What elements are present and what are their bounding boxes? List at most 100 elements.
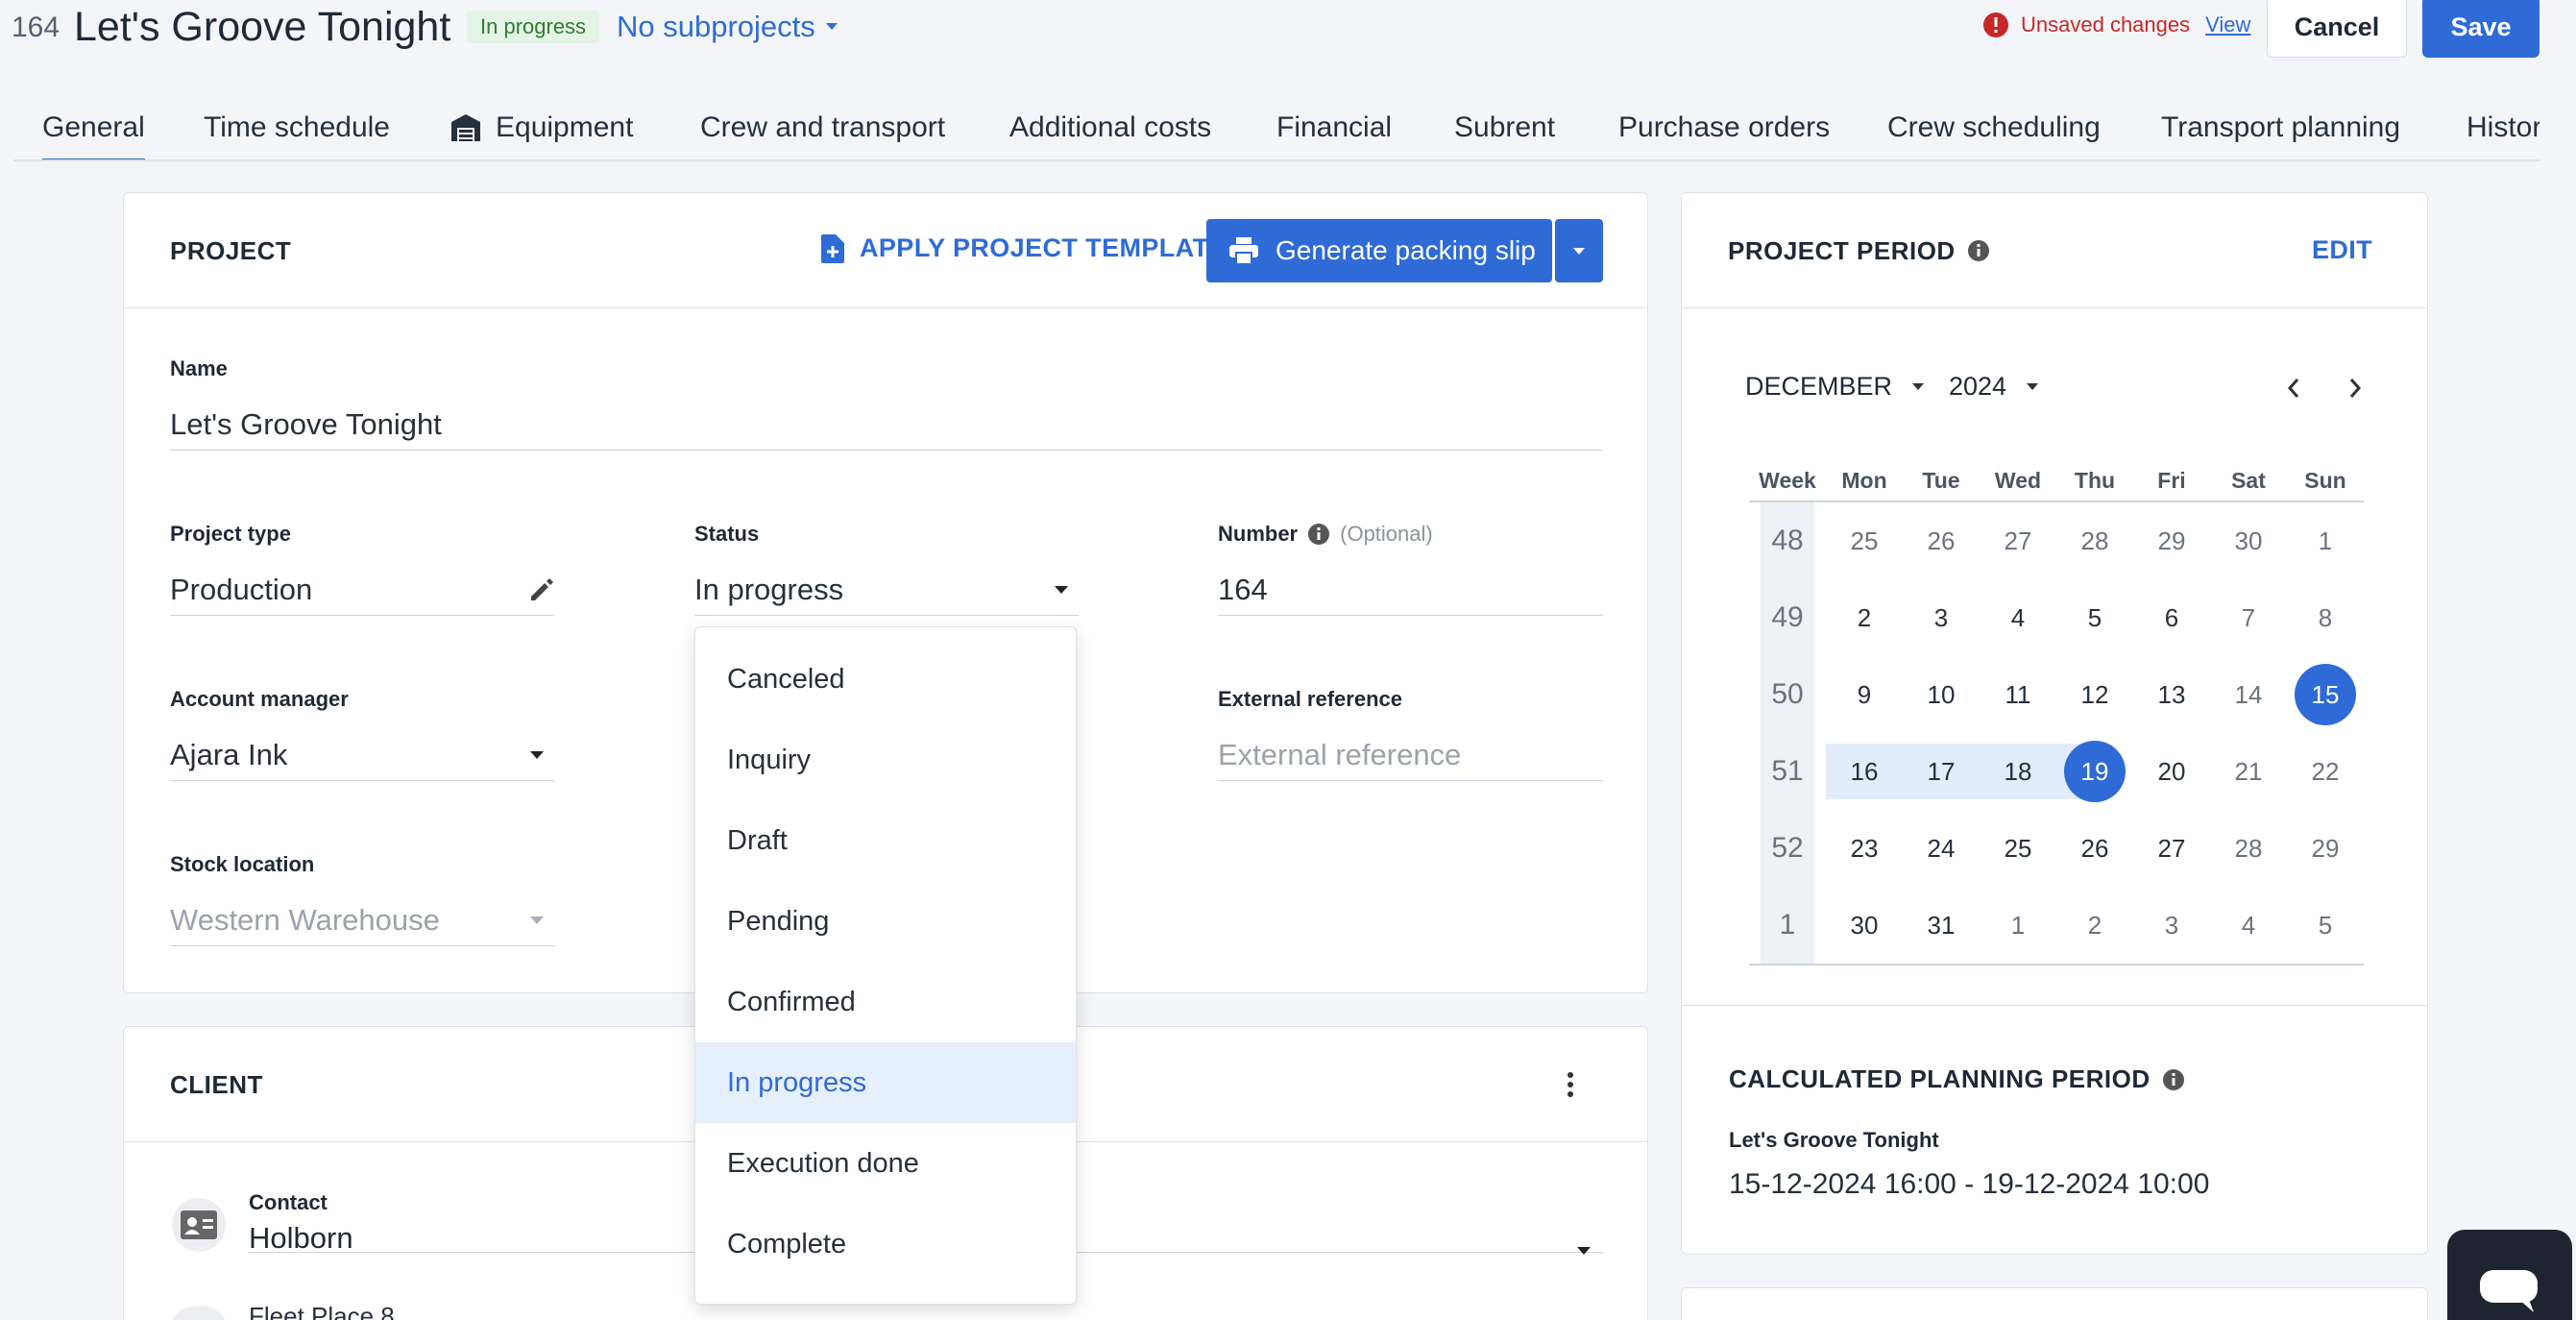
apply-template-label: APPLY PROJECT TEMPLATE [860,233,1227,262]
tab-purchase-orders[interactable]: Purchase orders [1618,106,1830,150]
tab-history[interactable]: Histor [2467,106,2540,150]
calendar-day[interactable]: 25 [1826,502,1903,579]
caret-down-icon [1055,585,1068,594]
calendar-day[interactable]: 22 [2287,733,2364,810]
more-vertical-icon[interactable] [1567,1072,1574,1097]
edit-period-button[interactable]: EDIT [2312,235,2372,265]
calendar-day[interactable]: 18 [1980,733,2056,810]
status-option-in-progress[interactable]: In progress [695,1042,1076,1123]
account-manager-select[interactable]: Ajara Ink [170,727,554,781]
calendar-day[interactable]: 25 [1980,810,2056,887]
project-type-field[interactable]: Project type Production [170,522,554,616]
status-option-complete[interactable]: Complete [695,1204,1076,1284]
calendar-day[interactable]: 9 [1826,656,1903,733]
calendar-day[interactable]: 24 [1903,810,1980,887]
tab-label: Equipment [496,111,634,143]
calendar-day[interactable]: 17 [1903,733,1980,810]
year-select[interactable]: 2024 [1949,372,2039,402]
previous-month-icon[interactable] [2287,378,2300,399]
calendar-day[interactable]: 29 [2133,502,2210,579]
calendar-day[interactable]: 30 [1826,887,1903,964]
account-manager-field[interactable]: Account manager Ajara Ink [170,687,554,781]
tab-subrent[interactable]: Subrent [1454,106,1555,150]
name-input[interactable]: Let's Groove Tonight [170,397,1603,451]
pencil-icon[interactable] [529,577,554,602]
calendar-day[interactable]: 3 [2133,887,2210,964]
tab-financial[interactable]: Financial [1276,106,1392,150]
calendar-day[interactable]: 31 [1903,887,1980,964]
calendar-day[interactable]: 19 [2056,733,2133,810]
external-reference-input[interactable]: External reference [1218,727,1603,781]
calendar-day[interactable]: 29 [2287,810,2364,887]
packing-slip-menu-button[interactable] [1555,219,1603,282]
status-field[interactable]: Status In progress [694,522,1079,616]
status-option-draft[interactable]: Draft [695,800,1076,881]
caret-down-icon [2027,383,2039,390]
calendar-day[interactable]: 21 [2210,733,2287,810]
calendar-day[interactable]: 11 [1980,656,2056,733]
calendar-day[interactable]: 27 [1980,502,2056,579]
calendar-day[interactable]: 5 [2056,579,2133,656]
calendar-day[interactable]: 4 [2210,887,2287,964]
calendar-day[interactable]: 20 [2133,733,2210,810]
calendar-body: 48 25 26 27 28 29 30 1 49 2 3 4 5 6 7 8 50 9 10 11 12 13 14 15 5… [1749,502,2364,966]
number-input[interactable]: 164 [1218,562,1603,616]
status-option-execution-done[interactable]: Execution done [695,1123,1076,1204]
calendar-day[interactable]: 6 [2133,579,2210,656]
external-reference-field[interactable]: External reference External reference [1218,687,1603,781]
chat-launcher-button[interactable] [2447,1230,2572,1320]
project-type-input[interactable]: Production [170,562,554,616]
contact-field[interactable]: Contact Holborn [249,1190,353,1256]
tab-time-schedule[interactable]: Time schedule [204,106,390,150]
tab-transport-planning[interactable]: Transport planning [2161,106,2400,150]
name-label: Name [170,356,228,380]
tab-crew-and-transport[interactable]: Crew and transport [700,106,945,150]
month-select[interactable]: DECEMBER [1745,372,1925,402]
calendar-day[interactable]: 14 [2210,656,2287,733]
calendar-day[interactable]: 23 [1826,810,1903,887]
view-changes-link[interactable]: View [2205,12,2250,37]
calendar-day[interactable]: 5 [2287,887,2364,964]
calendar-day[interactable]: 26 [1903,502,1980,579]
status-option-canceled[interactable]: Canceled [695,639,1076,720]
status-select[interactable]: In progress [694,562,1079,616]
calendar-day[interactable]: 12 [2056,656,2133,733]
cancel-button[interactable]: Cancel [2267,0,2407,58]
planning-period-title-text: CALCULATED PLANNING PERIOD [1729,1064,2151,1093]
calendar-day[interactable]: 1 [1980,887,2056,964]
calendar-day[interactable]: 30 [2210,502,2287,579]
calendar-day[interactable]: 10 [1903,656,1980,733]
calendar-week-row: 52 23 24 25 26 27 28 29 [1749,810,2364,887]
calendar: Week Mon Tue Wed Thu Fri Sat Sun 48 25 26 2… [1749,458,2364,966]
calendar-day[interactable]: 13 [2133,656,2210,733]
status-option-inquiry[interactable]: Inquiry [695,720,1076,800]
calendar-day[interactable]: 8 [2287,579,2364,656]
status-option-confirmed[interactable]: Confirmed [695,962,1076,1042]
number-field[interactable]: Number (Optional) 164 [1218,522,1603,616]
calendar-day[interactable]: 28 [2210,810,2287,887]
calendar-day[interactable]: 28 [2056,502,2133,579]
next-month-icon[interactable] [2348,378,2362,399]
caret-down-icon[interactable] [1576,1246,1592,1256]
calendar-day[interactable]: 15 [2287,656,2364,733]
calendar-day[interactable]: 26 [2056,810,2133,887]
generate-packing-slip-button[interactable]: Generate packing slip [1206,219,1552,282]
calendar-day[interactable]: 27 [2133,810,2210,887]
tab-additional-costs[interactable]: Additional costs [1009,106,1211,150]
calendar-day[interactable]: 16 [1826,733,1903,810]
week-number: 52 [1761,810,1814,887]
calendar-day[interactable]: 2 [2056,887,2133,964]
name-field[interactable]: Name Let's Groove Tonight [170,356,1603,451]
calendar-day[interactable]: 7 [2210,579,2287,656]
calendar-day[interactable]: 4 [1980,579,2056,656]
tab-general[interactable]: General [42,106,145,159]
subprojects-dropdown[interactable]: No subprojects [617,10,838,44]
save-button[interactable]: Save [2422,0,2540,58]
calendar-day[interactable]: 1 [2287,502,2364,579]
apply-project-template-button[interactable]: APPLY PROJECT TEMPLATE [821,233,1227,263]
tab-crew-scheduling[interactable]: Crew scheduling [1887,106,2101,150]
tab-equipment[interactable]: Equipment [450,106,633,150]
calendar-day[interactable]: 3 [1903,579,1980,656]
calendar-day[interactable]: 2 [1826,579,1903,656]
status-option-pending[interactable]: Pending [695,881,1076,962]
